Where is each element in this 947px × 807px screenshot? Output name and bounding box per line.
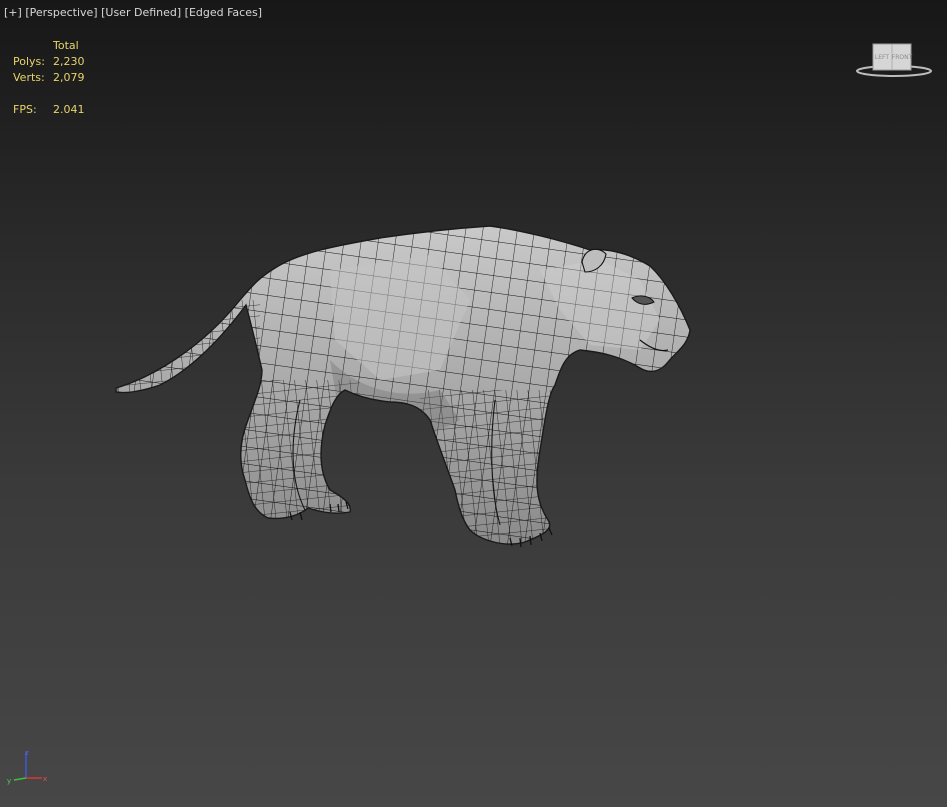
axis-tripod-icon: z x y: [7, 749, 47, 785]
tiger-wireframe: [116, 226, 690, 545]
tiger-mesh-viewport[interactable]: [0, 0, 947, 807]
axis-x-label: x: [43, 775, 47, 783]
axis-y-label: y: [7, 777, 11, 785]
axis-z-label: z: [25, 749, 29, 757]
